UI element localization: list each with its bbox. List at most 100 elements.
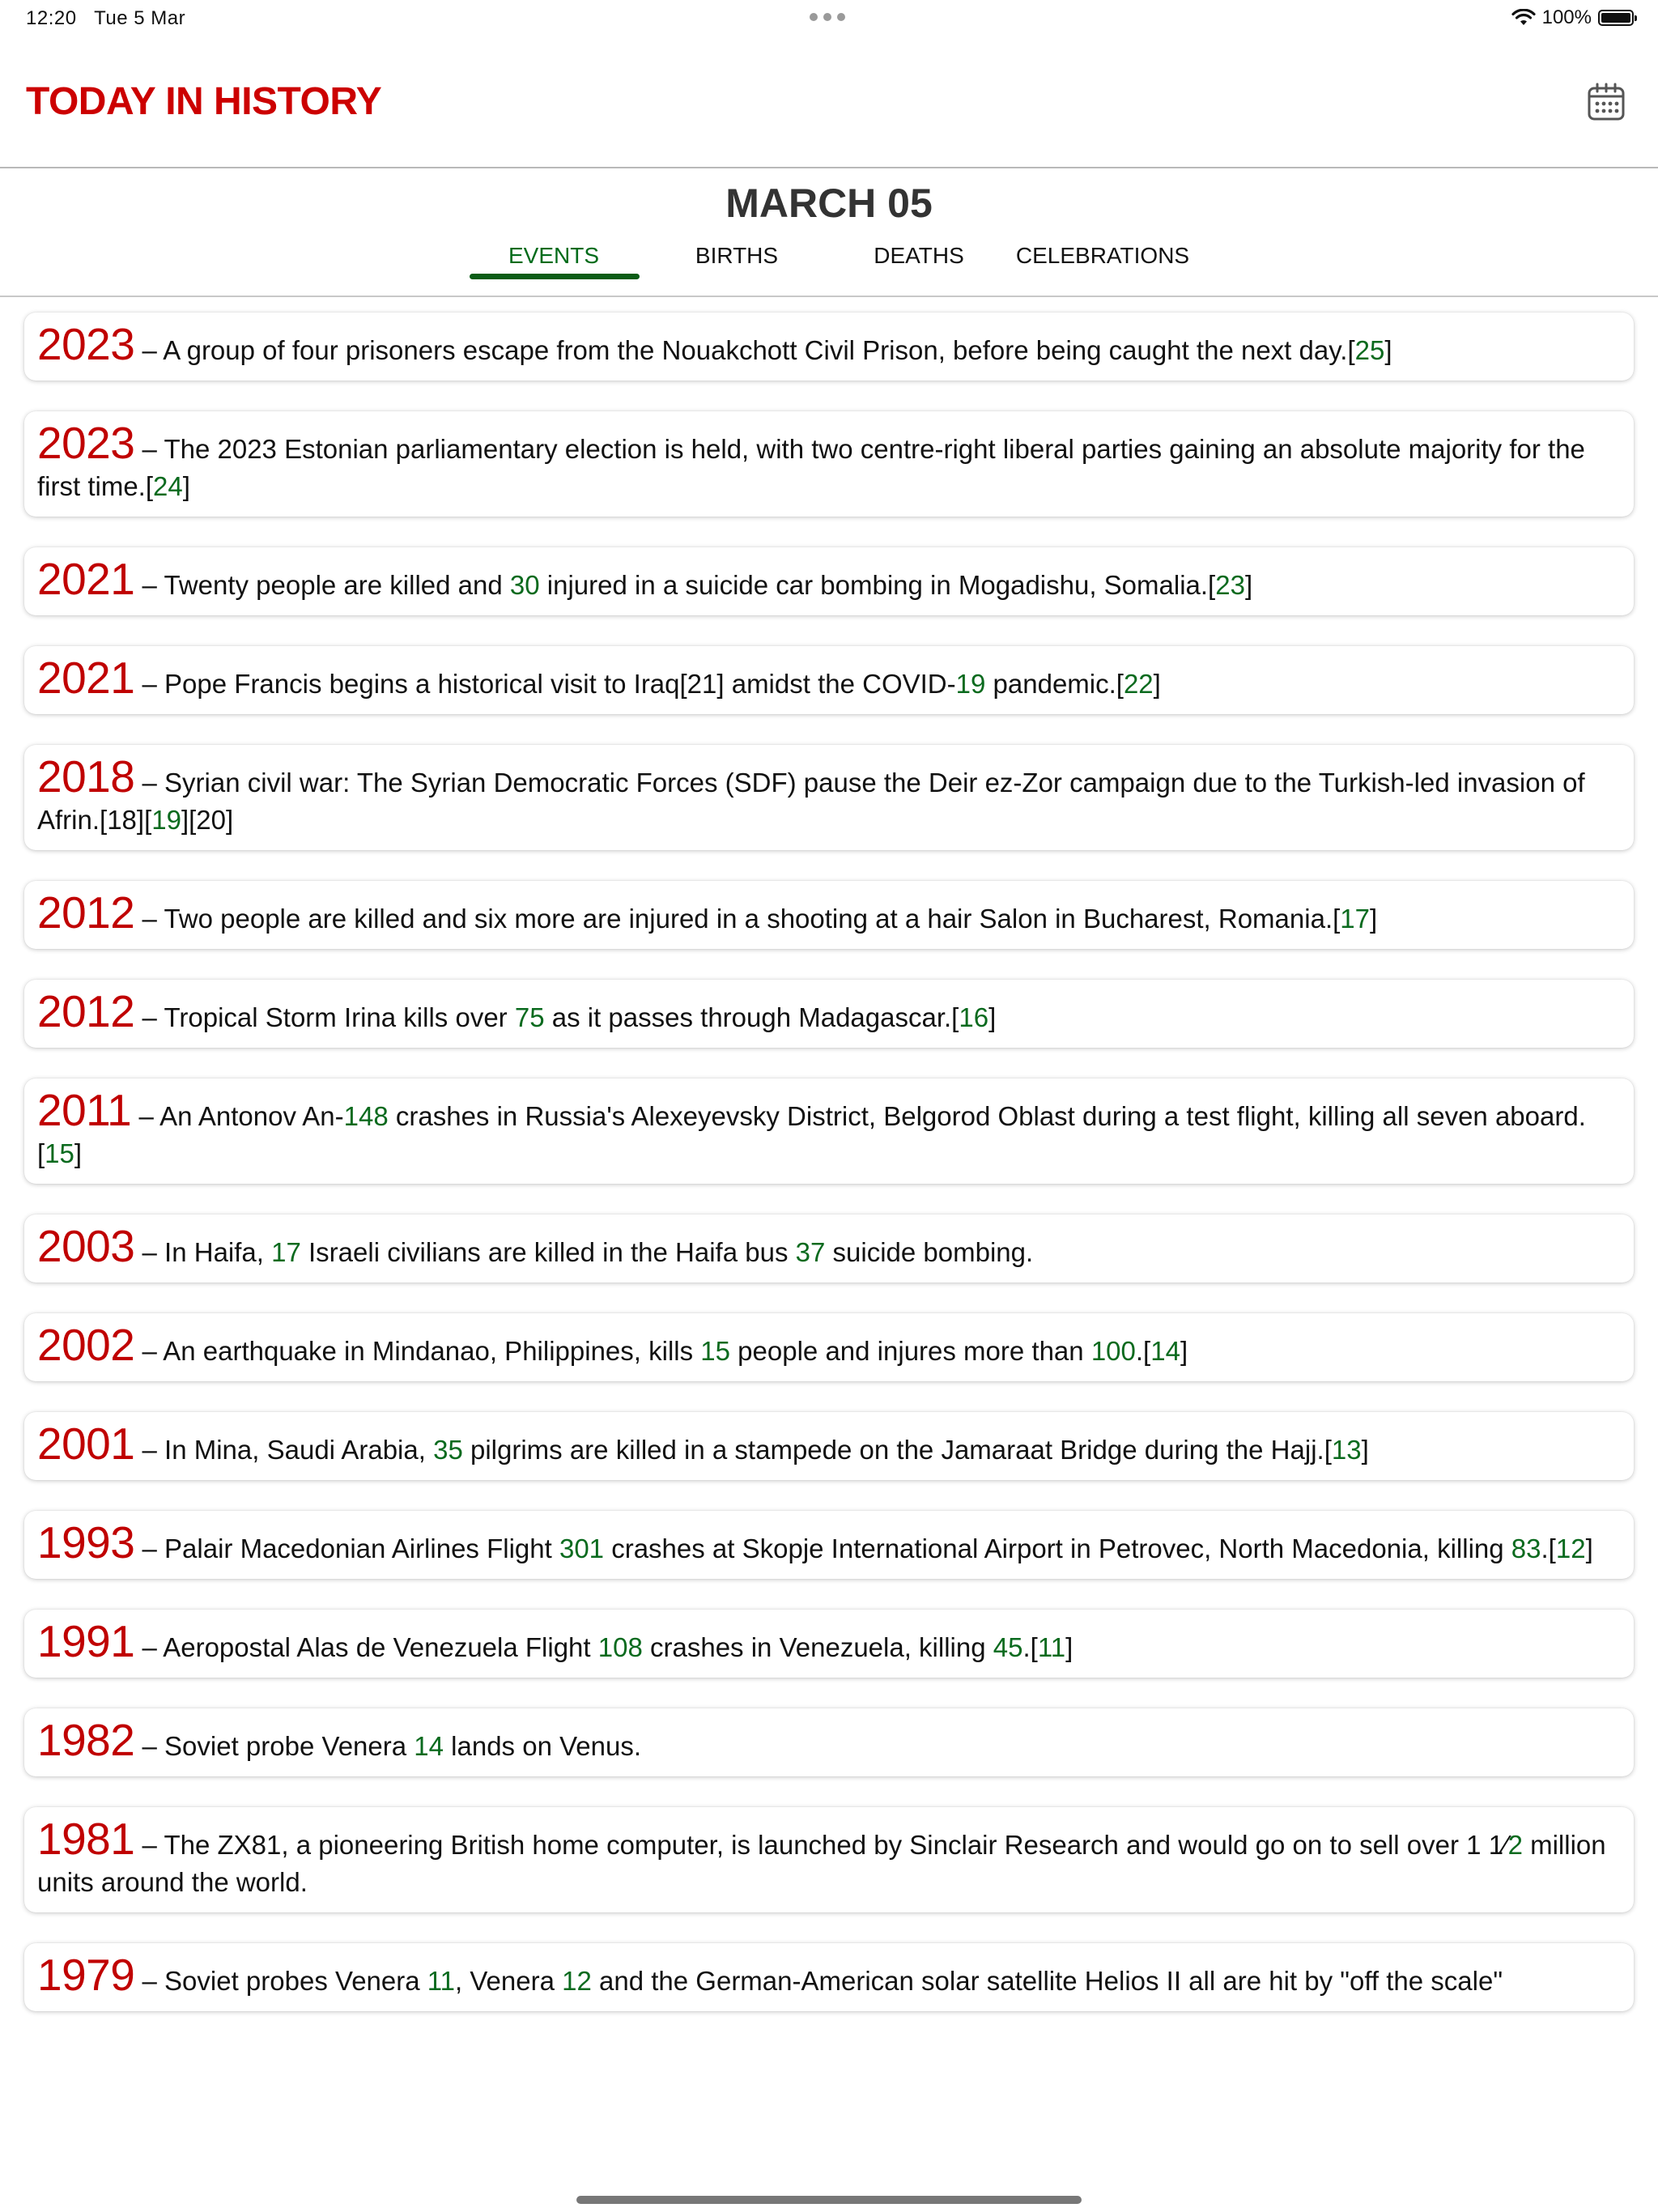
event-number-link[interactable]: 301	[559, 1534, 604, 1563]
event-card[interactable]: 2011 – An Antonov An-148 crashes in Russ…	[24, 1078, 1634, 1184]
status-date: Tue 5 Mar	[94, 7, 186, 29]
battery-icon	[1598, 10, 1637, 26]
event-number-link[interactable]: 24	[153, 471, 183, 501]
event-number-link[interactable]: 35	[433, 1435, 463, 1465]
calendar-icon	[1588, 83, 1625, 121]
event-card[interactable]: 2012 – Two people are killed and six mor…	[24, 881, 1634, 949]
event-text: ]	[1384, 335, 1392, 365]
tab-deaths[interactable]: DEATHS	[830, 243, 1008, 269]
event-number-link[interactable]: 2	[1508, 1830, 1523, 1860]
event-number-link[interactable]: 30	[510, 570, 540, 600]
event-text: crashes in Venezuela, killing	[642, 1632, 993, 1662]
tab-active-indicator	[470, 274, 640, 279]
status-time-date: 12:20 Tue 5 Mar	[26, 7, 185, 30]
event-number-link[interactable]: 108	[598, 1632, 643, 1662]
event-number-link[interactable]: 16	[959, 1002, 988, 1032]
event-number-link[interactable]: 11	[1038, 1632, 1065, 1662]
event-text: ]	[1153, 669, 1161, 699]
event-year: 2003	[37, 1221, 135, 1271]
event-text: – In Haifa,	[134, 1237, 272, 1267]
status-time: 12:20	[26, 7, 77, 29]
event-number-link[interactable]: 11	[427, 1966, 455, 1996]
event-text: as it passes through Madagascar.[	[544, 1002, 959, 1032]
event-number-link[interactable]: 23	[1215, 570, 1245, 600]
event-text: – Pope Francis begins a historical visit…	[134, 669, 956, 699]
event-number-link[interactable]: 37	[796, 1237, 826, 1267]
event-card[interactable]: 2023 – The 2023 Estonian parliamentary e…	[24, 411, 1634, 517]
event-card[interactable]: 1991 – Aeropostal Alas de Venezuela Flig…	[24, 1610, 1634, 1678]
event-text: pilgrims are killed in a stampede on the…	[462, 1435, 1332, 1465]
home-indicator[interactable]	[576, 2196, 1082, 2204]
event-number-link[interactable]: 25	[1355, 335, 1385, 365]
event-card[interactable]: 2021 – Pope Francis begins a historical …	[24, 646, 1634, 714]
event-text: ]	[1180, 1336, 1188, 1366]
event-number-link[interactable]: 14	[414, 1731, 444, 1761]
event-text: – Two people are killed and six more are…	[134, 904, 1341, 934]
event-year: 1991	[37, 1616, 135, 1666]
event-card[interactable]: 1993 – Palair Macedonian Airlines Flight…	[24, 1511, 1634, 1579]
event-number-link[interactable]: 15	[45, 1138, 74, 1168]
event-number-link[interactable]: 45	[993, 1632, 1023, 1662]
event-card[interactable]: 2021 – Twenty people are killed and 30 i…	[24, 547, 1634, 615]
event-text: ]	[1065, 1632, 1073, 1662]
event-number-link[interactable]: 15	[700, 1336, 730, 1366]
event-text: and the German-American solar satellite …	[591, 1966, 1503, 1996]
event-text: suicide bombing.	[825, 1237, 1034, 1267]
event-number-link[interactable]: 13	[1332, 1435, 1362, 1465]
event-card[interactable]: 2001 – In Mina, Saudi Arabia, 35 pilgrim…	[24, 1412, 1634, 1480]
event-card[interactable]: 2012 – Tropical Storm Irina kills over 7…	[24, 980, 1634, 1048]
event-text: people and injures more than	[730, 1336, 1091, 1366]
event-year: 2011	[37, 1085, 132, 1135]
event-text: Israeli civilians are killed in the Haif…	[300, 1237, 796, 1267]
event-number-link[interactable]: 17	[1340, 904, 1370, 934]
multitasking-dots-icon[interactable]	[810, 13, 845, 21]
tabs-divider	[0, 296, 1658, 297]
calendar-button[interactable]	[1587, 83, 1626, 121]
event-text: .[	[1541, 1534, 1556, 1563]
event-text: ]	[1361, 1435, 1369, 1465]
tab-celebrations[interactable]: CELEBRATIONS	[1014, 243, 1192, 269]
event-year: 2021	[37, 554, 135, 604]
event-year: 1981	[37, 1814, 135, 1864]
event-text: – Soviet probes Venera	[134, 1966, 427, 1996]
event-year: 2012	[37, 887, 135, 938]
event-card[interactable]: 1982 – Soviet probe Venera 14 lands on V…	[24, 1708, 1634, 1776]
date-heading: MARCH 05	[725, 181, 933, 226]
event-year: 2018	[37, 751, 135, 802]
event-text: ]	[1244, 570, 1253, 600]
event-number-link[interactable]: 12	[562, 1966, 592, 1996]
event-card[interactable]: 2018 – Syrian civil war: The Syrian Demo…	[24, 745, 1634, 850]
app-title: TODAY IN HISTORY	[26, 80, 382, 123]
event-number-link[interactable]: 100	[1091, 1336, 1136, 1366]
event-text: ][20]	[181, 805, 234, 835]
event-year: 2012	[37, 986, 135, 1036]
event-card[interactable]: 2003 – In Haifa, 17 Israeli civilians ar…	[24, 1214, 1634, 1283]
status-bar: 12:20 Tue 5 Mar 100%	[0, 0, 1658, 39]
event-text: – In Mina, Saudi Arabia,	[134, 1435, 434, 1465]
event-number-link[interactable]: 19	[151, 805, 181, 835]
event-year: 1979	[37, 1950, 135, 2000]
events-list[interactable]: 2023 – A group of four prisoners escape …	[24, 313, 1634, 2042]
event-number-link[interactable]: 83	[1511, 1534, 1541, 1563]
event-number-link[interactable]: 75	[515, 1002, 545, 1032]
tab-events[interactable]: EVENTS	[465, 243, 643, 269]
event-text: – An earthquake in Mindanao, Philippines…	[134, 1336, 701, 1366]
event-card[interactable]: 1979 – Soviet probes Venera 11, Venera 1…	[24, 1943, 1634, 2011]
event-number-link[interactable]: 148	[344, 1101, 389, 1131]
app-header: TODAY IN HISTORY	[0, 39, 1658, 168]
event-year: 2023	[37, 319, 135, 369]
event-text: – The 2023 Estonian parliamentary electi…	[37, 434, 1585, 501]
tab-births[interactable]: BIRTHS	[648, 243, 826, 269]
event-number-link[interactable]: 22	[1124, 669, 1154, 699]
event-text: ]	[182, 471, 190, 501]
event-number-link[interactable]: 19	[956, 669, 986, 699]
event-text: – A group of four prisoners escape from …	[134, 335, 1355, 365]
event-number-link[interactable]: 17	[271, 1237, 301, 1267]
event-number-link[interactable]: 14	[1150, 1336, 1180, 1366]
event-card[interactable]: 1981 – The ZX81, a pioneering British ho…	[24, 1807, 1634, 1912]
event-card[interactable]: 2023 – A group of four prisoners escape …	[24, 313, 1634, 381]
event-text: – Palair Macedonian Airlines Flight	[134, 1534, 559, 1563]
event-card[interactable]: 2002 – An earthquake in Mindanao, Philip…	[24, 1313, 1634, 1381]
event-number-link[interactable]: 12	[1556, 1534, 1586, 1563]
event-text: , Venera	[455, 1966, 563, 1996]
